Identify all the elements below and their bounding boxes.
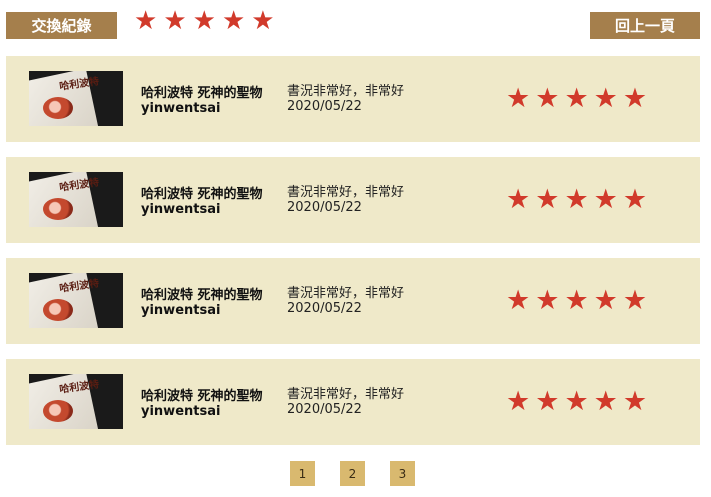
star-icon: ★	[564, 184, 589, 215]
star-icon: ★	[622, 386, 648, 417]
book-cover-image: 哈利波特	[29, 71, 123, 126]
review-card: 哈利波特 哈利波特 死神的聖物 yinwentsai 書況非常好，非常好 202…	[6, 157, 700, 243]
book-title: 哈利波特 死神的聖物	[141, 288, 263, 303]
star-icon: ★	[506, 184, 531, 215]
book-cover-image: 哈利波特	[29, 374, 123, 429]
cover-ornament	[43, 299, 73, 321]
star-icon: ★	[564, 285, 589, 316]
star-icon: ★	[506, 83, 531, 114]
star-icon: ★	[593, 83, 618, 114]
star-icon: ★	[535, 83, 560, 114]
star-icon: ★	[535, 285, 560, 316]
book-title: 哈利波特 死神的聖物	[141, 389, 263, 404]
page-3-button[interactable]: 3	[390, 461, 415, 486]
book-cover-image: 哈利波特	[29, 172, 123, 227]
cover-ornament	[43, 97, 73, 119]
star-icon: ★	[535, 184, 560, 215]
book-title: 哈利波特 死神的聖物	[141, 187, 263, 202]
star-icon: ★	[134, 6, 158, 36]
star-icon: ★	[593, 386, 618, 417]
star-icon: ★	[622, 83, 648, 114]
review-card: 哈利波特 哈利波特 死神的聖物 yinwentsai 書況非常好，非常好 202…	[6, 56, 700, 142]
star-icon: ★	[163, 6, 187, 36]
star-icon: ★	[251, 6, 275, 36]
review-stars: ★ ★ ★ ★ ★	[506, 186, 647, 213]
reviewer-name: yinwentsai	[141, 404, 221, 419]
exchange-records-badge: 交換紀錄	[6, 12, 117, 39]
star-icon: ★	[622, 184, 648, 215]
book-cover-image: 哈利波特	[29, 273, 123, 328]
review-comment: 書況非常好，非常好	[287, 185, 405, 200]
header-rating: ★ ★ ★ ★ ★	[134, 8, 275, 34]
star-icon: ★	[622, 285, 648, 316]
cover-ornament	[43, 198, 73, 220]
cover-ornament	[43, 400, 73, 422]
star-icon: ★	[221, 6, 246, 36]
back-button[interactable]: 回上一頁	[590, 12, 700, 39]
star-icon: ★	[564, 386, 589, 417]
review-comment: 書況非常好，非常好	[287, 84, 405, 99]
review-comment: 書況非常好，非常好	[287, 387, 405, 402]
star-icon: ★	[564, 83, 589, 114]
page-2-button[interactable]: 2	[340, 461, 365, 486]
reviewer-name: yinwentsai	[141, 101, 221, 116]
star-icon: ★	[593, 184, 618, 215]
review-comment: 書況非常好，非常好	[287, 286, 405, 301]
star-icon: ★	[192, 6, 216, 36]
review-stars: ★ ★ ★ ★ ★	[506, 388, 647, 415]
review-card: 哈利波特 哈利波特 死神的聖物 yinwentsai 書況非常好，非常好 202…	[6, 359, 700, 445]
book-title: 哈利波特 死神的聖物	[141, 86, 263, 101]
review-stars: ★ ★ ★ ★ ★	[506, 287, 647, 314]
page-1-button[interactable]: 1	[290, 461, 315, 486]
star-icon: ★	[506, 285, 531, 316]
review-date: 2020/05/22	[287, 99, 362, 114]
star-icon: ★	[506, 386, 531, 417]
reviewer-name: yinwentsai	[141, 202, 221, 217]
review-date: 2020/05/22	[287, 402, 362, 417]
star-icon: ★	[535, 386, 560, 417]
review-date: 2020/05/22	[287, 301, 362, 316]
star-icon: ★	[593, 285, 618, 316]
review-date: 2020/05/22	[287, 200, 362, 215]
review-card: 哈利波特 哈利波特 死神的聖物 yinwentsai 書況非常好，非常好 202…	[6, 258, 700, 344]
review-stars: ★ ★ ★ ★ ★	[506, 85, 647, 112]
reviewer-name: yinwentsai	[141, 303, 221, 318]
